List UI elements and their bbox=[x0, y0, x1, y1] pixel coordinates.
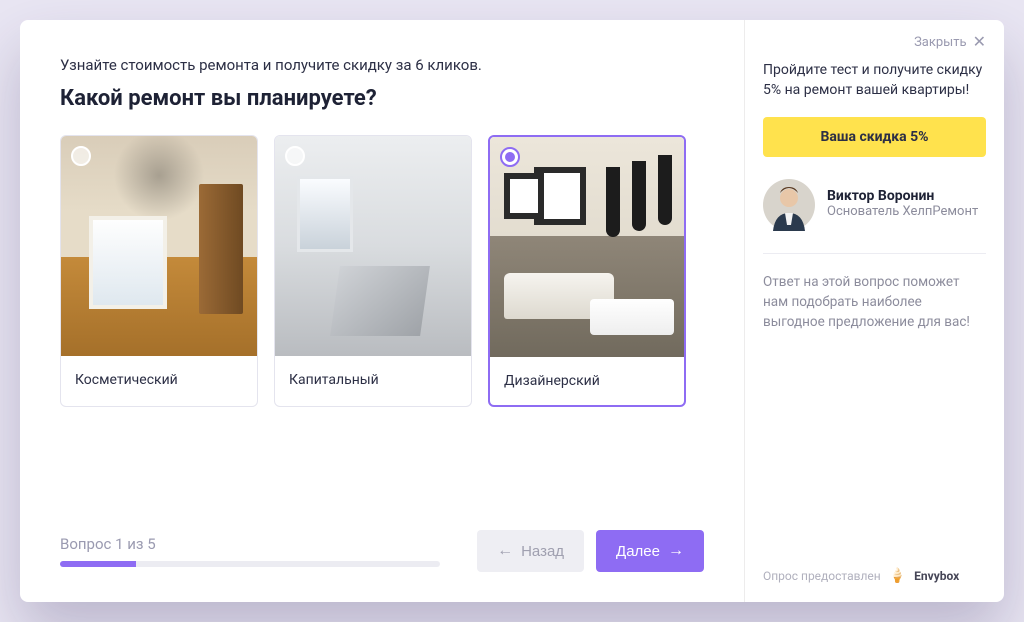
progress-text: Вопрос 1 из 5 bbox=[60, 535, 440, 553]
arrow-right-icon: → bbox=[668, 542, 684, 560]
option-image bbox=[490, 137, 684, 357]
option-label: Капитальный bbox=[275, 356, 471, 404]
divider bbox=[763, 253, 986, 254]
footer-label: Опрос предоставлен bbox=[763, 569, 881, 583]
back-button[interactable]: ← Назад bbox=[477, 530, 584, 572]
sidebar-hint: Ответ на этой вопрос поможет нам подобра… bbox=[763, 272, 986, 333]
quiz-modal: Узнайте стоимость ремонта и получите ски… bbox=[20, 20, 1004, 602]
subtitle: Узнайте стоимость ремонта и получите ски… bbox=[60, 56, 704, 74]
quiz-main: Узнайте стоимость ремонта и получите ски… bbox=[20, 20, 744, 602]
option-cosmetic[interactable]: Косметический bbox=[60, 135, 258, 407]
radio-icon bbox=[500, 147, 520, 167]
progress-fill bbox=[60, 561, 136, 567]
progress-bar bbox=[60, 561, 440, 567]
next-label: Далее bbox=[616, 543, 660, 560]
close-icon: ✕ bbox=[973, 34, 986, 50]
options-row: Косметический Капитальный Дизайнерский bbox=[60, 135, 704, 407]
sidebar-headline: Пройдите тест и получите скидку 5% на ре… bbox=[763, 60, 986, 101]
avatar bbox=[763, 179, 815, 231]
sidebar-footer: Опрос предоставлен 🍦 Envybox bbox=[763, 568, 986, 584]
icecream-icon: 🍦 bbox=[889, 568, 906, 584]
option-label: Дизайнерский bbox=[490, 357, 684, 405]
back-label: Назад bbox=[521, 543, 564, 560]
radio-icon bbox=[71, 146, 91, 166]
discount-button[interactable]: Ваша скидка 5% bbox=[763, 117, 986, 157]
close-button[interactable]: Закрыть ✕ bbox=[914, 34, 986, 50]
person-role: Основатель ХелпРемонт bbox=[827, 204, 978, 221]
option-image bbox=[61, 136, 257, 356]
bottom-bar: Вопрос 1 из 5 ← Назад Далее → bbox=[60, 530, 704, 572]
option-label: Косметический bbox=[61, 356, 257, 404]
question-title: Какой ремонт вы планируете? bbox=[60, 86, 704, 111]
sidebar: Закрыть ✕ Пройдите тест и получите скидк… bbox=[744, 20, 1004, 602]
option-designer[interactable]: Дизайнерский bbox=[488, 135, 686, 407]
option-capital[interactable]: Капитальный bbox=[274, 135, 472, 407]
radio-icon bbox=[285, 146, 305, 166]
next-button[interactable]: Далее → bbox=[596, 530, 704, 572]
person-card: Виктор Воронин Основатель ХелпРемонт bbox=[763, 179, 986, 231]
brand-name[interactable]: Envybox bbox=[914, 569, 959, 583]
nav-buttons: ← Назад Далее → bbox=[477, 530, 704, 572]
progress: Вопрос 1 из 5 bbox=[60, 535, 440, 567]
person-name: Виктор Воронин bbox=[827, 188, 978, 204]
option-image bbox=[275, 136, 471, 356]
close-label: Закрыть bbox=[914, 35, 967, 50]
arrow-left-icon: ← bbox=[497, 542, 513, 560]
